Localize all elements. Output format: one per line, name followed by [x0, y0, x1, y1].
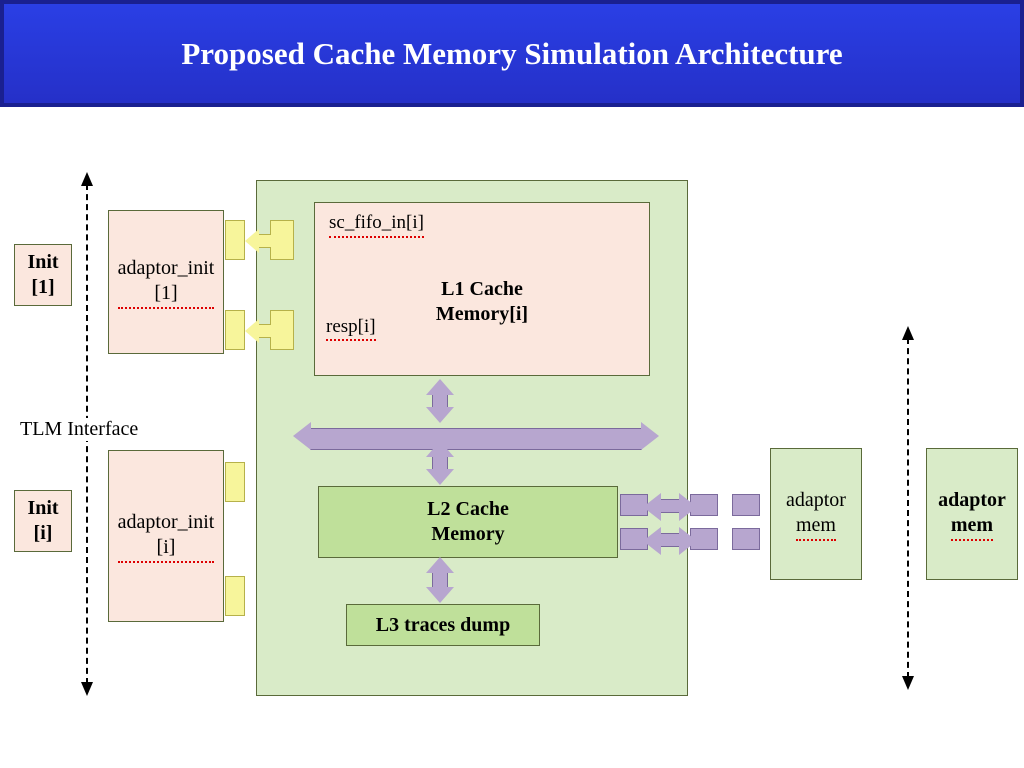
tlm-interface-label: TLM Interface — [18, 418, 140, 441]
port-out-3 — [225, 462, 245, 502]
bidir-arrow-icon — [258, 234, 272, 248]
adaptor-init-i-box: adaptor_init [i] — [108, 450, 224, 622]
adaptor-init-1-box: adaptor_init [1] — [108, 210, 224, 354]
resp-label: resp[i] — [326, 316, 376, 341]
bidir-arrow-icon — [258, 324, 272, 338]
l1-cache-label: L1 Cache Memory[i] — [329, 238, 635, 367]
l3-dump-box: L3 traces dump — [346, 604, 540, 646]
bidir-arrow-icon — [660, 533, 680, 547]
arrow-down-icon — [81, 682, 93, 696]
init-i-box: Init [i] — [14, 490, 72, 552]
l1-cache-box: sc_fifo_in[i] L1 Cache Memory[i] — [314, 202, 650, 376]
bidir-arrow-icon — [432, 572, 448, 588]
bidir-arrow-icon — [432, 394, 448, 408]
arrow-up-icon — [81, 172, 93, 186]
ext-port-1 — [732, 494, 760, 516]
l2-cache-box: L2 Cache Memory — [318, 486, 618, 558]
title-text: Proposed Cache Memory Simulation Archite… — [181, 36, 842, 72]
sc-fifo-label: sc_fifo_in[i] — [329, 211, 424, 238]
init-1-box: Init [1] — [14, 244, 72, 306]
tlm-interface-line-right — [907, 338, 909, 678]
ext-port-2 — [732, 528, 760, 550]
title-banner: Proposed Cache Memory Simulation Archite… — [0, 0, 1024, 107]
arrow-down-icon — [902, 676, 914, 690]
bus-arrow-icon — [310, 428, 642, 450]
adaptor-mem-1-box: adaptormem — [770, 448, 862, 580]
port-out-4 — [225, 576, 245, 616]
adaptor-mem-2-box: adaptormem — [926, 448, 1018, 580]
arrow-up-icon — [902, 326, 914, 340]
bidir-arrow-icon — [660, 499, 680, 513]
port-out-2 — [225, 310, 245, 350]
bidir-arrow-icon — [432, 456, 448, 470]
port-out-1 — [225, 220, 245, 260]
